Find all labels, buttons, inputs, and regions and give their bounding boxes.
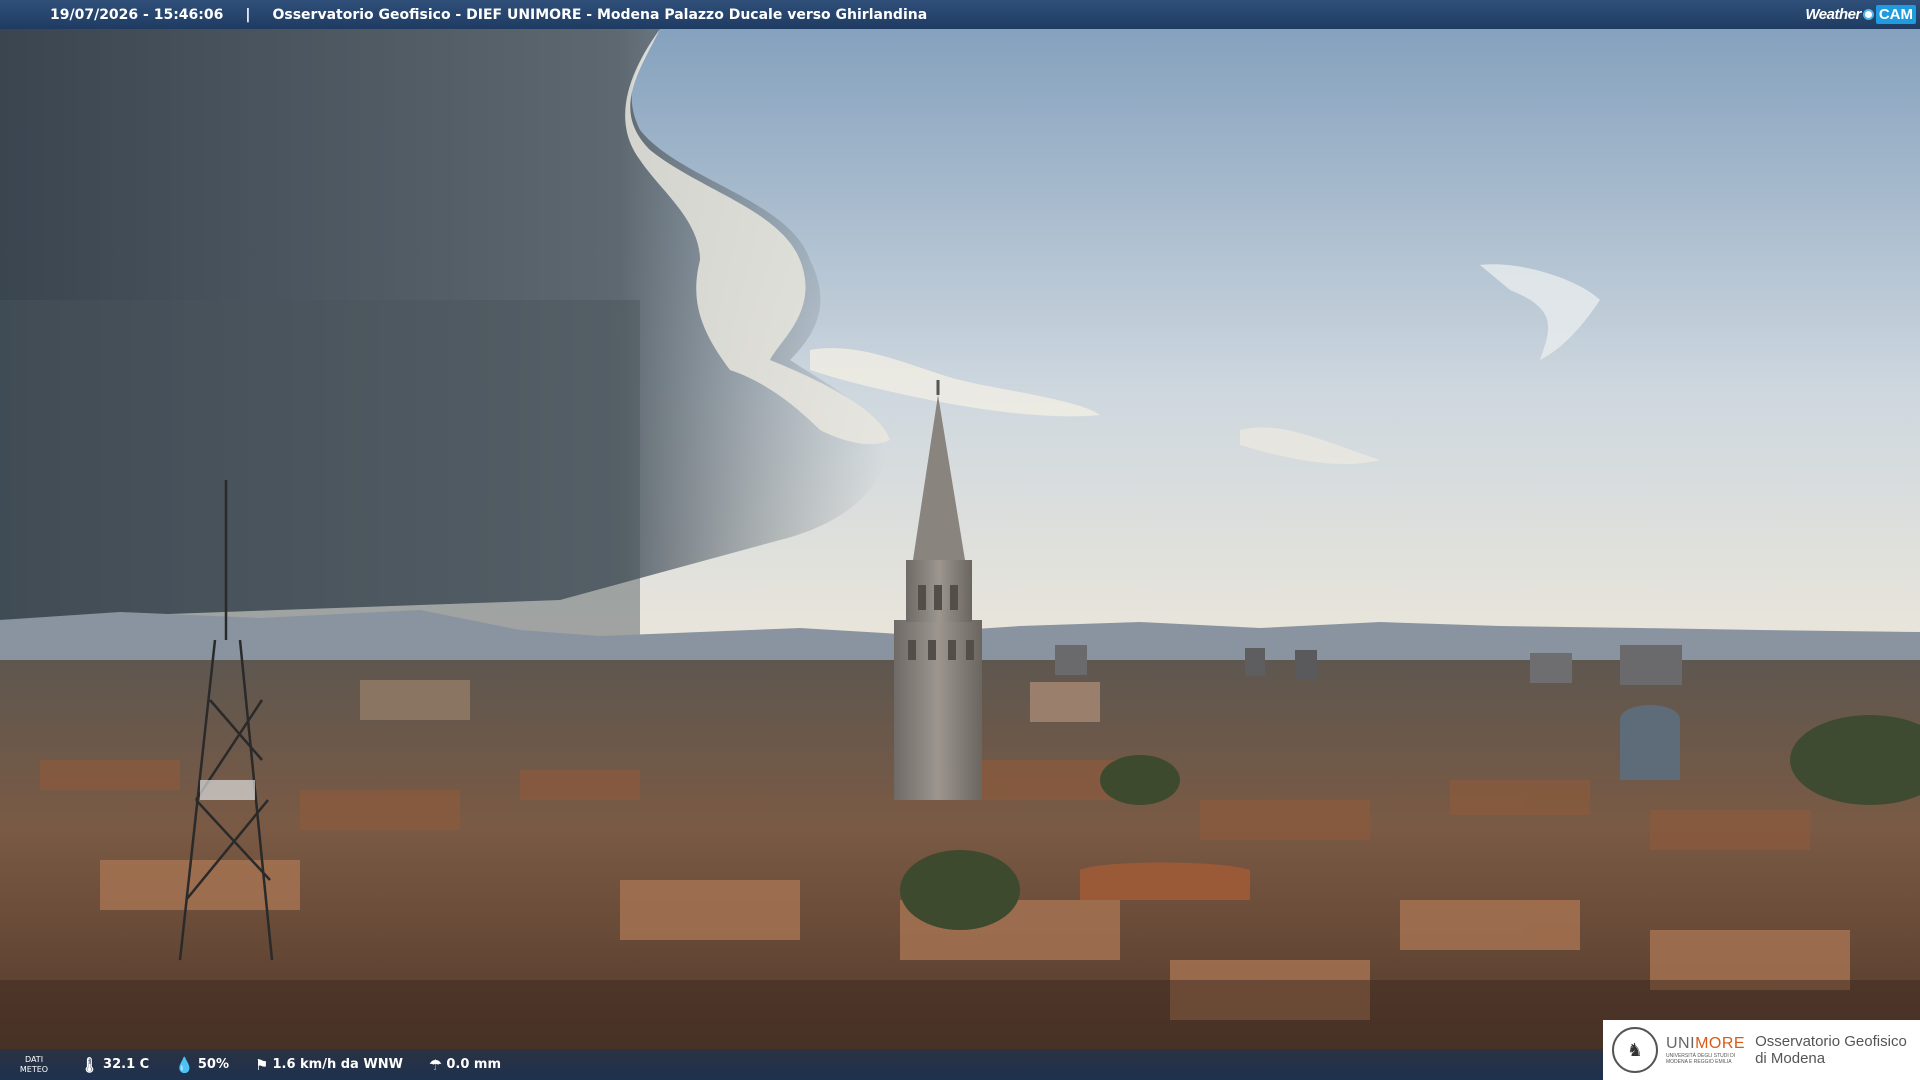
camera-lens-icon [1862, 8, 1874, 20]
rain-reading: ☂ 0.0 mm [429, 1056, 501, 1074]
rain-gauge-icon: ☂ [428, 1055, 443, 1074]
weather-data-label: DATI METEO [19, 1054, 49, 1074]
wind-reading: ⚑ 1.6 km/h da WNW [255, 1056, 403, 1074]
unimore-logo-box: ♞ UNIMORE UNIVERSITÀ DEGLI STUDI DI MODE… [1603, 1020, 1920, 1080]
brand-weather-text: Weather [1805, 5, 1861, 23]
wind-icon: ⚑ [255, 1055, 269, 1074]
university-seal-icon: ♞ [1612, 1027, 1658, 1073]
temperature-value: 32.1 C [103, 1057, 150, 1072]
temperature-reading: 🌡 32.1 C [80, 1056, 149, 1074]
humidity-icon: 💧 [175, 1055, 194, 1074]
observatory-line1: Osservatorio Geofisico [1755, 1033, 1907, 1050]
humidity-value: 50% [197, 1057, 230, 1072]
wind-value: 1.6 km/h da WNW [272, 1057, 403, 1072]
timestamp: 19/07/2026 - 15:46:06 [50, 6, 224, 23]
unimore-subtitle: UNIVERSITÀ DEGLI STUDI DI MODENA E REGGI… [1666, 1053, 1736, 1065]
weathercam-logo: Weather CAM [1805, 2, 1916, 26]
unimore-suffix: MORE [1695, 1035, 1746, 1052]
camera-location: Osservatorio Geofisico - DIEF UNIMORE - … [272, 6, 928, 23]
thermometer-icon: 🌡 [80, 1055, 100, 1074]
webcam-header-bar: 19/07/2026 - 15:46:06 | Osservatorio Geo… [0, 0, 1920, 29]
unimore-prefix: UNI [1666, 1035, 1696, 1052]
header-separator: | [245, 6, 251, 23]
humidity-reading: 💧 50% [175, 1056, 229, 1074]
observatory-name: Osservatorio Geofisico di Modena [1755, 1033, 1907, 1067]
webcam-scene [0, 0, 1920, 1080]
brand-cam-text: CAM [1875, 4, 1916, 24]
weather-data-bar: DATI METEO 🌡 32.1 C 💧 50% ⚑ 1.6 km/h da … [0, 1049, 1603, 1080]
observatory-line2: di Modena [1755, 1050, 1826, 1067]
unimore-wordmark: UNIMORE UNIVERSITÀ DEGLI STUDI DI MODENA… [1666, 1035, 1745, 1065]
rain-value: 0.0 mm [446, 1057, 502, 1072]
